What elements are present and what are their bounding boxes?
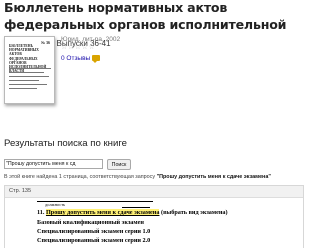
cover-line	[9, 76, 49, 77]
book-publisher-year: Юрид. лит-ра, 2002	[61, 36, 121, 43]
page-label-bar: Стр. 135	[5, 186, 303, 198]
reviews-count[interactable]: 0 Отзывы	[61, 55, 90, 62]
book-cover-image[interactable]: № 36 БЮЛЛЕТЕНЬ НОРМАТИВНЫХ АКТОВ ФЕДЕРАЛ…	[4, 36, 55, 104]
page-number-link[interactable]: Стр. 135	[9, 188, 31, 194]
cover-line	[9, 68, 51, 69]
cover-line	[9, 84, 47, 85]
rating-stars-icon: ☆☆☆☆☆	[61, 44, 96, 51]
book-search-input[interactable]	[4, 159, 103, 169]
cover-line	[9, 72, 44, 73]
position-label: должность	[45, 202, 66, 207]
cover-line	[9, 88, 37, 89]
summary-prefix: В этой книге найдена 1 страница, соответ…	[4, 174, 157, 180]
review-bubble-icon	[92, 55, 101, 63]
snippet-item-11: 11. Прошу допустить меня к сдаче экзамен…	[37, 209, 228, 216]
highlighted-match: Прошу допустить меня к сдаче экзамена	[45, 209, 160, 216]
search-result-card[interactable]: Стр. 135 должность 11. Прошу допустить м…	[4, 185, 304, 248]
reviews-link[interactable]: 0 Отзывы	[61, 55, 101, 63]
summary-query: "Прошу допустить меня к сдаче экзамена"	[156, 174, 271, 180]
item-number: 11.	[37, 209, 46, 216]
snippet-line-2: Специализированный экзамен серии 1.0	[37, 228, 151, 235]
search-results-heading: Результаты поиска по книге	[4, 138, 127, 149]
result-summary: В этой книге найдена 1 страница, соответ…	[4, 174, 304, 180]
snippet-line-3: Специализированный экзамен серии 2.0	[37, 237, 151, 244]
item-suffix: (выбрать вид экзамена)	[159, 209, 228, 216]
snippet-line-1: Базовый квалификационный экзамен	[37, 219, 144, 226]
cover-line	[9, 80, 39, 81]
search-button[interactable]: Поиск	[107, 159, 131, 170]
position-rule	[122, 207, 150, 208]
cover-title: БЮЛЛЕТЕНЬ НОРМАТИВНЫХ АКТОВ ФЕДЕРАЛЬНЫХ …	[9, 44, 46, 73]
